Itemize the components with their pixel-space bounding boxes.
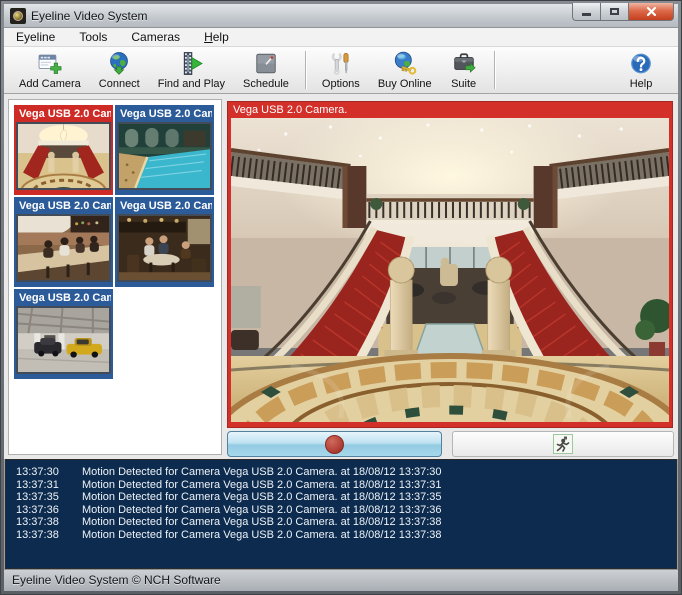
log-time: 13:37:30 bbox=[16, 466, 68, 479]
main-video-feed bbox=[231, 118, 669, 422]
app-window: Eyeline Video System Eyeline Tools Camer… bbox=[0, 0, 682, 595]
record-dot-icon bbox=[325, 435, 344, 454]
bar-mini-scene bbox=[18, 216, 109, 280]
log-message: Motion Detected for Camera Vega USB 2.0 … bbox=[82, 466, 442, 479]
toolbar: Add Camera Connect bbox=[4, 47, 678, 94]
menu-cameras[interactable]: Cameras bbox=[119, 30, 192, 44]
maximize-button[interactable] bbox=[601, 3, 629, 21]
log-message: Motion Detected for Camera Vega USB 2.0 … bbox=[82, 529, 442, 542]
log-time: 13:37:38 bbox=[16, 516, 68, 529]
close-button[interactable] bbox=[629, 3, 674, 21]
tools-icon bbox=[327, 50, 355, 77]
log-time: 13:37:38 bbox=[16, 529, 68, 542]
globe-key-icon bbox=[391, 50, 419, 77]
camera-thumbnail-2[interactable]: Vega USB 2.0 Camera. bbox=[115, 105, 214, 195]
log-entry: 13:37:35 Motion Detected for Camera Vega… bbox=[6, 491, 676, 504]
title-bar[interactable]: Eyeline Video System bbox=[4, 4, 678, 28]
camera-thumbnail-label: Vega USB 2.0 Camera. bbox=[16, 291, 111, 306]
help-label: Help bbox=[630, 78, 653, 90]
hotel-lobby-scene bbox=[231, 118, 669, 422]
camera-thumbnail-label: Vega USB 2.0 Camera. bbox=[16, 107, 111, 122]
log-entry: 13:37:31 Motion Detected for Camera Vega… bbox=[6, 479, 676, 492]
toolbar-separator bbox=[494, 51, 495, 89]
buy-online-button[interactable]: Buy Online bbox=[369, 48, 441, 92]
options-label: Options bbox=[322, 78, 360, 90]
log-time: 13:37:35 bbox=[16, 491, 68, 504]
window-inner: Eyeline Video System Eyeline Tools Camer… bbox=[4, 4, 678, 591]
camera-thumbnail-video bbox=[16, 122, 111, 190]
camera-thumbnail-video bbox=[16, 306, 111, 374]
workspace: Vega USB 2.0 Camera. bbox=[4, 94, 678, 459]
restaurant-mini-scene bbox=[119, 216, 210, 280]
window-title: Eyeline Video System bbox=[31, 9, 148, 23]
close-icon bbox=[646, 6, 657, 17]
camera-thumbnail-5[interactable]: Vega USB 2.0 Camera. bbox=[14, 289, 113, 379]
suite-label: Suite bbox=[451, 78, 476, 90]
camera-thumbnail-video bbox=[16, 214, 111, 282]
maximize-icon bbox=[610, 8, 619, 15]
clock-icon bbox=[252, 50, 280, 77]
buy-online-label: Buy Online bbox=[378, 78, 432, 90]
camera-thumbnail-4[interactable]: Vega USB 2.0 Camera. bbox=[115, 197, 214, 287]
help-button[interactable]: Help bbox=[618, 48, 664, 92]
find-and-play-label: Find and Play bbox=[158, 78, 225, 90]
log-message: Motion Detected for Camera Vega USB 2.0 … bbox=[82, 516, 442, 529]
app-logo-icon bbox=[10, 8, 26, 24]
camera-thumbnail-label: Vega USB 2.0 Camera. bbox=[16, 199, 111, 214]
minimize-icon bbox=[582, 13, 591, 16]
menu-help[interactable]: Help bbox=[192, 30, 241, 44]
find-and-play-button[interactable]: Find and Play bbox=[149, 48, 234, 92]
camera-list-panel: Vega USB 2.0 Camera. bbox=[8, 99, 222, 455]
camera-thumbnail-label: Vega USB 2.0 Camera. bbox=[117, 107, 212, 122]
main-video-frame[interactable]: Vega USB 2.0 Camera. bbox=[227, 101, 673, 428]
suite-button[interactable]: Suite bbox=[441, 48, 487, 92]
log-entry: 13:37:36 Motion Detected for Camera Vega… bbox=[6, 504, 676, 517]
camera-thumbnail-3[interactable]: Vega USB 2.0 Camera. bbox=[14, 197, 113, 287]
briefcase-arrow-icon bbox=[450, 50, 478, 77]
toolbar-separator bbox=[305, 51, 306, 89]
add-camera-button[interactable]: Add Camera bbox=[10, 48, 90, 92]
menu-eyeline[interactable]: Eyeline bbox=[4, 30, 67, 44]
log-message: Motion Detected for Camera Vega USB 2.0 … bbox=[82, 479, 442, 492]
log-entry: 13:37:38 Motion Detected for Camera Vega… bbox=[6, 516, 676, 529]
log-time: 13:37:36 bbox=[16, 504, 68, 517]
main-video-title: Vega USB 2.0 Camera. bbox=[228, 102, 672, 118]
log-message: Motion Detected for Camera Vega USB 2.0 … bbox=[82, 491, 442, 504]
camera-thumbnail-label: Vega USB 2.0 Camera. bbox=[117, 199, 212, 214]
camera-thumbnail-1[interactable]: Vega USB 2.0 Camera. bbox=[14, 105, 113, 195]
log-entry: 13:37:38 Motion Detected for Camera Vega… bbox=[6, 529, 676, 542]
parking-garage-mini-scene bbox=[18, 308, 109, 372]
log-time: 13:37:31 bbox=[16, 479, 68, 492]
film-play-icon bbox=[177, 50, 205, 77]
log-entry: 13:37:30 Motion Detected for Camera Vega… bbox=[6, 466, 676, 479]
connect-button[interactable]: Connect bbox=[90, 48, 149, 92]
caption-buttons bbox=[572, 3, 674, 21]
motion-detection-button[interactable] bbox=[452, 431, 674, 457]
menu-tools[interactable]: Tools bbox=[67, 30, 119, 44]
schedule-button[interactable]: Schedule bbox=[234, 48, 298, 92]
record-button[interactable] bbox=[227, 431, 442, 457]
options-button[interactable]: Options bbox=[313, 48, 369, 92]
status-bar: Eyeline Video System © NCH Software bbox=[4, 569, 678, 591]
question-mark-icon bbox=[627, 50, 655, 77]
add-camera-icon bbox=[36, 50, 64, 77]
log-message: Motion Detected for Camera Vega USB 2.0 … bbox=[82, 504, 442, 517]
connect-label: Connect bbox=[99, 78, 140, 90]
schedule-label: Schedule bbox=[243, 78, 289, 90]
event-log[interactable]: 13:37:30 Motion Detected for Camera Vega… bbox=[5, 459, 677, 569]
add-camera-label: Add Camera bbox=[19, 78, 81, 90]
globe-connect-icon bbox=[105, 50, 133, 77]
minimize-button[interactable] bbox=[572, 3, 601, 21]
swimming-pool-mini-scene bbox=[119, 124, 210, 188]
camera-thumbnail-video bbox=[117, 122, 212, 190]
hotel-lobby-mini-scene bbox=[18, 124, 109, 188]
camera-thumbnail-video bbox=[117, 214, 212, 282]
running-person-icon bbox=[553, 434, 573, 454]
menu-bar: Eyeline Tools Cameras Help bbox=[4, 28, 678, 47]
